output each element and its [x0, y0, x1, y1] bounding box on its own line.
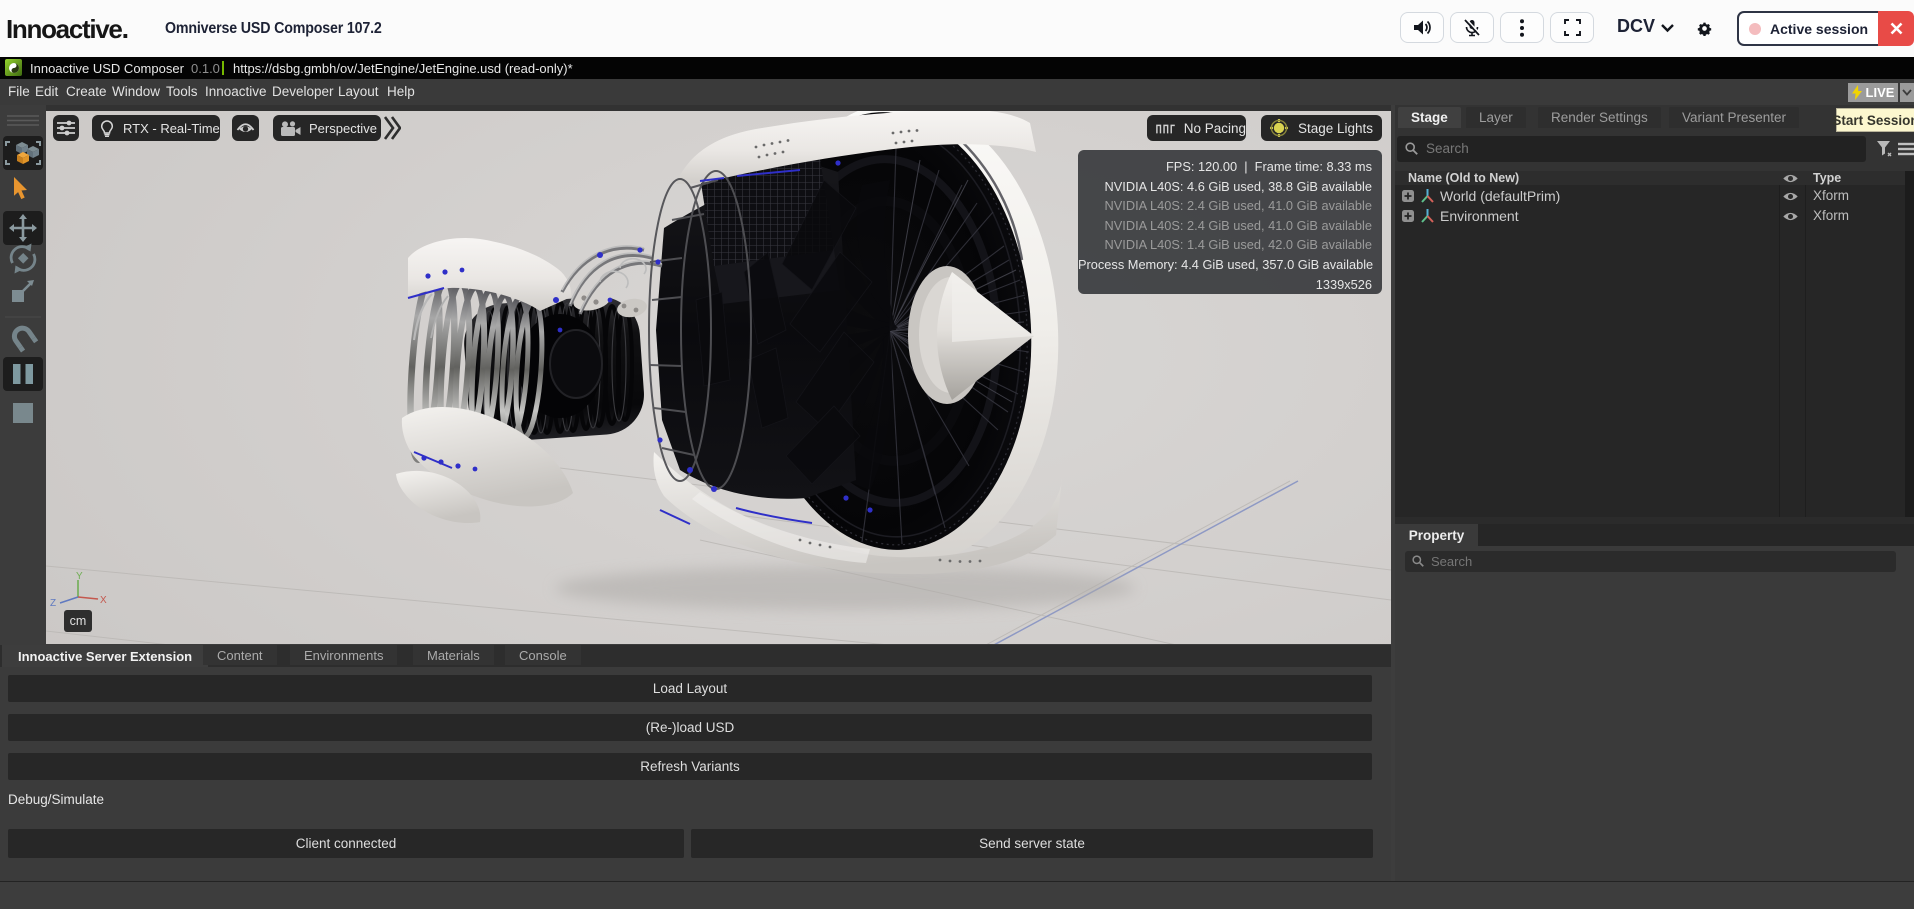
svg-text:X: X	[100, 595, 107, 606]
svg-text:Z: Z	[50, 598, 56, 609]
svg-text:Y: Y	[76, 572, 83, 582]
